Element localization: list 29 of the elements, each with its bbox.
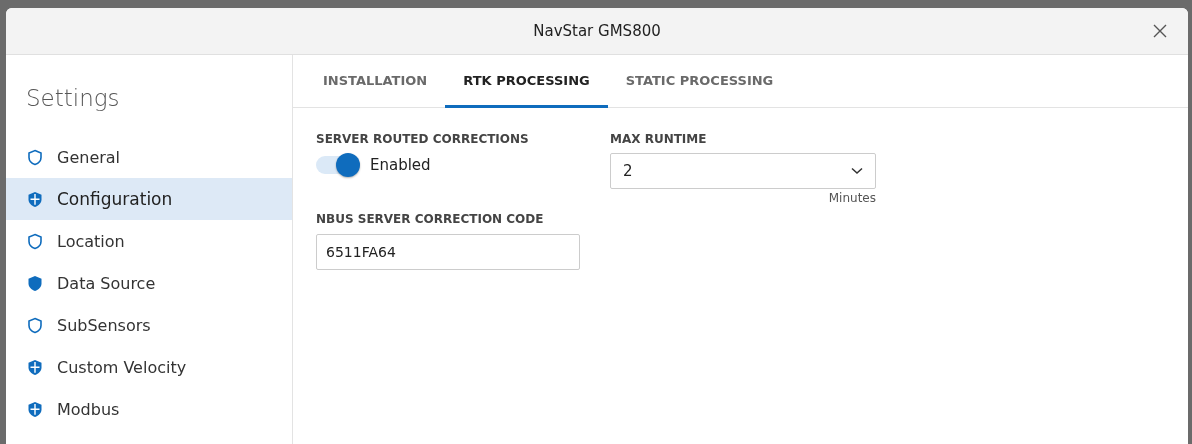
sidebar-item[interactable]: Custom Velocity xyxy=(6,346,292,388)
shield-icon xyxy=(27,148,43,166)
sidebar-item[interactable]: General xyxy=(6,136,292,178)
input-field[interactable]: 6511FA64 xyxy=(316,234,580,270)
tab[interactable]: INSTALLATION xyxy=(305,55,446,108)
sidebar-item[interactable]: Data Source xyxy=(6,262,292,304)
toggle-switch[interactable] xyxy=(316,156,360,174)
field-label: NBUS SERVER CORRECTION CODE xyxy=(316,212,545,226)
field-label: MAX RUNTIME xyxy=(610,132,708,146)
shield-icon xyxy=(27,190,43,208)
shield-icon xyxy=(27,358,43,376)
sidebar-item[interactable]: Modbus xyxy=(6,388,292,430)
close-icon xyxy=(1153,24,1167,38)
shield-icon xyxy=(27,316,43,334)
sidebar-title: Settings xyxy=(25,84,121,113)
sidebar-item[interactable]: Configuration xyxy=(6,178,292,220)
sidebar-item[interactable]: SubSensors xyxy=(6,304,292,346)
chevron-down-icon xyxy=(851,167,863,175)
shield-icon xyxy=(27,232,43,250)
field-label: SERVER ROUTED CORRECTIONS xyxy=(316,132,530,146)
tab[interactable]: STATIC PROCESSING xyxy=(607,55,792,108)
toggle-label: Enabled xyxy=(370,156,431,174)
unit-label: Minutes xyxy=(827,191,876,205)
shield-icon xyxy=(27,400,43,418)
sidebar-item[interactable]: Location xyxy=(6,220,292,262)
tab[interactable]: RTK PROCESSING xyxy=(445,55,608,108)
window-title: NavStar GMS800 xyxy=(533,22,661,40)
dropdown[interactable]: 2 xyxy=(610,153,876,189)
shield-icon xyxy=(27,274,43,292)
